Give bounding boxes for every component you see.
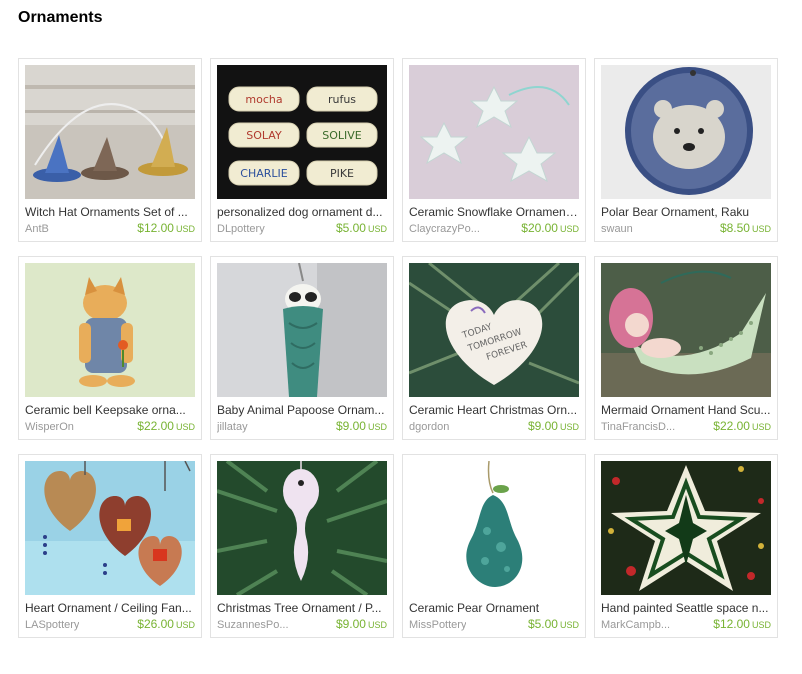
product-card[interactable]: Heart Ornament / Ceiling Fan... LASpotte…: [18, 454, 202, 638]
product-meta: AntB $12.00 USD: [25, 221, 195, 236]
currency-label: USD: [367, 620, 387, 630]
shop-name[interactable]: LASpottery: [25, 618, 79, 632]
currency-label: USD: [559, 422, 579, 432]
currency-label: USD: [559, 224, 579, 234]
product-price: $9.00 USD: [335, 617, 387, 631]
product-price: $20.00 USD: [521, 221, 579, 235]
currency-label: USD: [175, 422, 195, 432]
product-title[interactable]: Ceramic Heart Christmas Orn...: [409, 403, 579, 417]
product-title[interactable]: Heart Ornament / Ceiling Fan...: [25, 601, 195, 615]
product-card[interactable]: Ceramic Snowflake Ornament... ClaycrazyP…: [402, 58, 586, 242]
product-title[interactable]: Polar Bear Ornament, Raku: [601, 205, 771, 219]
product-title[interactable]: Christmas Tree Ornament / P...: [217, 601, 387, 615]
bone-name-text: PIKE: [330, 167, 354, 180]
product-title[interactable]: Ceramic Snowflake Ornament...: [409, 205, 579, 219]
bone-name-text: rufus: [328, 93, 356, 106]
product-price: $22.00 USD: [713, 419, 771, 433]
product-card[interactable]: Ceramic bell Keepsake orna... WisperOn $…: [18, 256, 202, 440]
product-image-ceramic-bell[interactable]: [25, 263, 195, 397]
product-image-dog-bones[interactable]: mocha rufus SOLAY SOLIVE CHARLIE PIKE: [217, 65, 387, 199]
product-price: $5.00 USD: [527, 617, 579, 631]
shop-name[interactable]: jillatay: [217, 420, 248, 434]
product-meta: ClaycrazyPo... $20.00 USD: [409, 221, 579, 236]
product-image-papoose[interactable]: [217, 263, 387, 397]
currency-label: USD: [367, 224, 387, 234]
shop-name[interactable]: MissPottery: [409, 618, 466, 632]
product-price: $26.00 USD: [137, 617, 195, 631]
section-title: Ornaments: [18, 9, 103, 26]
product-title[interactable]: Baby Animal Papoose Ornam...: [217, 403, 387, 417]
product-image-tree-ornament[interactable]: [217, 461, 387, 595]
product-title[interactable]: Hand painted Seattle space n...: [601, 601, 771, 615]
currency-label: USD: [367, 422, 387, 432]
product-title[interactable]: Mermaid Ornament Hand Scu...: [601, 403, 771, 417]
product-image-witch-hats[interactable]: [25, 65, 195, 199]
shop-name[interactable]: WisperOn: [25, 420, 74, 434]
shop-name[interactable]: swaun: [601, 222, 633, 236]
currency-label: USD: [751, 620, 771, 630]
product-card[interactable]: Mermaid Ornament Hand Scu... TinaFrancis…: [594, 256, 778, 440]
product-grid: Witch Hat Ornaments Set of ... AntB $12.…: [18, 58, 782, 638]
shop-name[interactable]: ClaycrazyPo...: [409, 222, 480, 236]
product-price: $12.00 USD: [137, 221, 195, 235]
product-card[interactable]: Baby Animal Papoose Ornam... jillatay $9…: [210, 256, 394, 440]
product-meta: jillatay $9.00 USD: [217, 419, 387, 434]
product-price: $22.00 USD: [137, 419, 195, 433]
product-price: $9.00 USD: [335, 419, 387, 433]
currency-label: USD: [175, 224, 195, 234]
product-meta: MarkCampb... $12.00 USD: [601, 617, 771, 632]
product-image-star[interactable]: [601, 461, 771, 595]
shop-name[interactable]: AntB: [25, 222, 49, 236]
product-card[interactable]: Ceramic Pear Ornament MissPottery $5.00 U…: [402, 454, 586, 638]
product-card[interactable]: mocha rufus SOLAY SOLIVE CHARLIE PIKE pe…: [210, 58, 394, 242]
page: { "heading": "Ornaments", "items": [ {"t…: [0, 0, 802, 674]
product-meta: SuzannesPo... $9.00 USD: [217, 617, 387, 632]
bone-name-text: SOLAY: [246, 129, 282, 142]
product-card[interactable]: Christmas Tree Ornament / P... SuzannesP…: [210, 454, 394, 638]
product-card[interactable]: Polar Bear Ornament, Raku swaun $8.50 USD: [594, 58, 778, 242]
product-meta: DLpottery $5.00 USD: [217, 221, 387, 236]
shop-name[interactable]: TinaFrancisD...: [601, 420, 675, 434]
product-price: $9.00 USD: [527, 419, 579, 433]
shop-name[interactable]: DLpottery: [217, 222, 265, 236]
product-title[interactable]: Ceramic Pear Ornament: [409, 601, 579, 615]
product-card[interactable]: Witch Hat Ornaments Set of ... AntB $12.…: [18, 58, 202, 242]
shop-name[interactable]: dgordon: [409, 420, 449, 434]
shop-name[interactable]: MarkCampb...: [601, 618, 670, 632]
product-title[interactable]: Ceramic bell Keepsake orna...: [25, 403, 195, 417]
product-meta: LASpottery $26.00 USD: [25, 617, 195, 632]
product-image-pear[interactable]: [409, 461, 579, 595]
product-image-polar-bear[interactable]: [601, 65, 771, 199]
product-card[interactable]: TODAY TOMORROW FOREVER Ceramic Heart Chr…: [402, 256, 586, 440]
product-image-mermaid[interactable]: [601, 263, 771, 397]
product-price: $12.00 USD: [713, 617, 771, 631]
bone-name-text: mocha: [245, 93, 282, 106]
product-price: $5.00 USD: [335, 221, 387, 235]
product-image-snowflakes[interactable]: [409, 65, 579, 199]
product-meta: swaun $8.50 USD: [601, 221, 771, 236]
shop-name[interactable]: SuzannesPo...: [217, 618, 289, 632]
product-title[interactable]: Witch Hat Ornaments Set of ...: [25, 205, 195, 219]
product-image-hearts[interactable]: [25, 461, 195, 595]
product-meta: MissPottery $5.00 USD: [409, 617, 579, 632]
currency-label: USD: [175, 620, 195, 630]
bone-name-text: CHARLIE: [240, 167, 287, 180]
product-meta: dgordon $9.00 USD: [409, 419, 579, 434]
product-title[interactable]: personalized dog ornament d...: [217, 205, 387, 219]
product-image-heart[interactable]: TODAY TOMORROW FOREVER: [409, 263, 579, 397]
product-meta: TinaFrancisD... $22.00 USD: [601, 419, 771, 434]
currency-label: USD: [751, 422, 771, 432]
currency-label: USD: [751, 224, 771, 234]
product-meta: WisperOn $22.00 USD: [25, 419, 195, 434]
currency-label: USD: [559, 620, 579, 630]
product-price: $8.50 USD: [719, 221, 771, 235]
product-card[interactable]: Hand painted Seattle space n... MarkCamp…: [594, 454, 778, 638]
bone-name-text: SOLIVE: [322, 129, 362, 142]
